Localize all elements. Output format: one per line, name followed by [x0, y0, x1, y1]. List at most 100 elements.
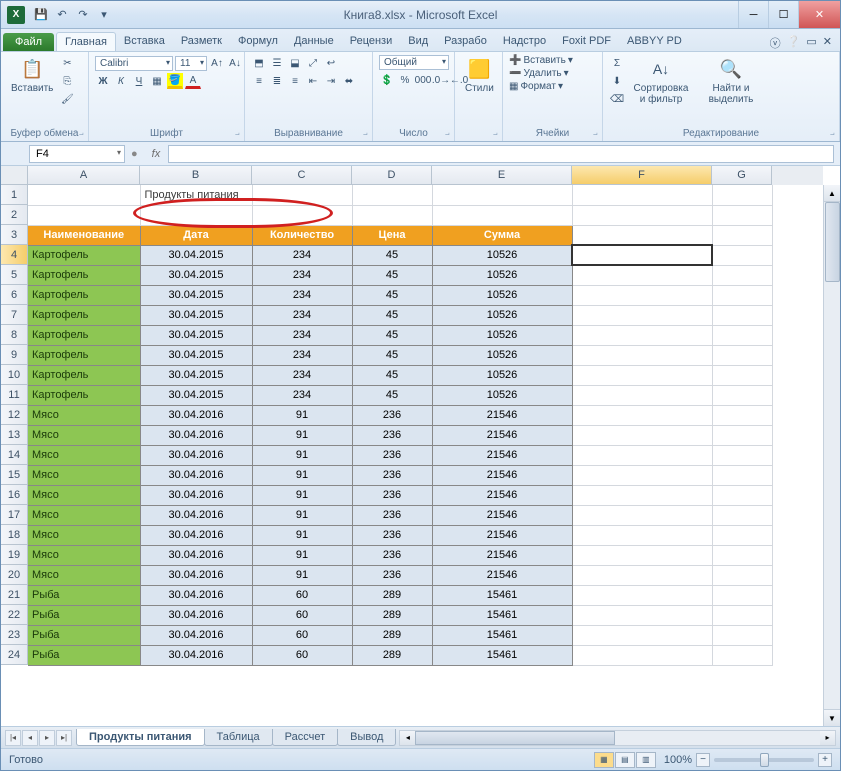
row-header-17[interactable]: 17 — [1, 505, 28, 525]
row-header-23[interactable]: 23 — [1, 625, 28, 645]
cell-G11[interactable] — [712, 385, 772, 405]
cell-G15[interactable] — [712, 465, 772, 485]
cell-D20[interactable]: 236 — [352, 565, 432, 585]
cell-B8[interactable]: 30.04.2015 — [140, 325, 252, 345]
cell-C7[interactable]: 234 — [252, 305, 352, 325]
cell-C16[interactable]: 91 — [252, 485, 352, 505]
cell-A10[interactable]: Картофель — [28, 365, 140, 385]
cell-G7[interactable] — [712, 305, 772, 325]
cell-F11[interactable] — [572, 385, 712, 405]
grow-font-icon[interactable]: A↑ — [209, 55, 225, 71]
cell-F20[interactable] — [572, 565, 712, 585]
cell-E22[interactable]: 15461 — [432, 605, 572, 625]
shrink-font-icon[interactable]: A↓ — [227, 55, 243, 71]
cell-A7[interactable]: Картофель — [28, 305, 140, 325]
cell-E16[interactable]: 21546 — [432, 485, 572, 505]
row-header-11[interactable]: 11 — [1, 385, 28, 405]
cell-A18[interactable]: Мясо — [28, 525, 140, 545]
align-right-icon[interactable]: ≡ — [287, 73, 303, 89]
cut-icon[interactable]: ✂ — [59, 55, 75, 71]
cell-C9[interactable]: 234 — [252, 345, 352, 365]
scroll-left-icon[interactable]: ◂ — [400, 731, 415, 745]
cell-G16[interactable] — [712, 485, 772, 505]
ribbon-tab-2[interactable]: Разметк — [173, 32, 230, 51]
cell-D14[interactable]: 236 — [352, 445, 432, 465]
cell-G10[interactable] — [712, 365, 772, 385]
cell-E6[interactable]: 10526 — [432, 285, 572, 305]
cell-D15[interactable]: 236 — [352, 465, 432, 485]
zoom-thumb[interactable] — [760, 753, 769, 767]
cell-A11[interactable]: Картофель — [28, 385, 140, 405]
row-header-19[interactable]: 19 — [1, 545, 28, 565]
row-header-6[interactable]: 6 — [1, 285, 28, 305]
cell-E9[interactable]: 10526 — [432, 345, 572, 365]
cell-G21[interactable] — [712, 585, 772, 605]
cell-C1[interactable] — [252, 185, 352, 205]
cell-D1[interactable] — [352, 185, 432, 205]
cells-grid[interactable]: Продукты питанияНаименованиеДатаКоличест… — [28, 185, 823, 726]
ribbon-tab-9[interactable]: Foxit PDF — [554, 32, 619, 51]
cell-B3[interactable]: Дата — [140, 225, 252, 245]
zoom-out-button[interactable]: − — [696, 753, 710, 767]
sheet-tab-3[interactable]: Вывод — [337, 729, 396, 746]
ribbon-options-icon[interactable]: ▭ — [806, 35, 816, 51]
cell-D19[interactable]: 236 — [352, 545, 432, 565]
row-header-18[interactable]: 18 — [1, 525, 28, 545]
cell-E24[interactable]: 15461 — [432, 645, 572, 665]
close-button[interactable]: ✕ — [798, 1, 840, 28]
ribbon-tab-3[interactable]: Формул — [230, 32, 286, 51]
row-header-4[interactable]: 4 — [1, 245, 28, 265]
sort-filter-button[interactable]: A↓ Сортировка и фильтр — [627, 55, 695, 107]
cell-G22[interactable] — [712, 605, 772, 625]
align-center-icon[interactable]: ≣ — [269, 73, 285, 89]
cell-G6[interactable] — [712, 285, 772, 305]
col-header-F[interactable]: F — [572, 166, 712, 185]
align-bottom-icon[interactable]: ⬓ — [287, 55, 303, 71]
fill-color-icon[interactable]: 🪣 — [167, 73, 183, 89]
percent-icon[interactable]: % — [397, 72, 413, 88]
sheet-tab-1[interactable]: Таблица — [204, 729, 273, 746]
cell-D9[interactable]: 45 — [352, 345, 432, 365]
cell-B13[interactable]: 30.04.2016 — [140, 425, 252, 445]
cell-A16[interactable]: Мясо — [28, 485, 140, 505]
cell-C19[interactable]: 91 — [252, 545, 352, 565]
cell-D21[interactable]: 289 — [352, 585, 432, 605]
save-icon[interactable]: 💾 — [32, 6, 50, 24]
cell-B18[interactable]: 30.04.2016 — [140, 525, 252, 545]
cell-D11[interactable]: 45 — [352, 385, 432, 405]
cell-D2[interactable] — [352, 205, 432, 225]
ribbon-tab-0[interactable]: Главная — [56, 32, 116, 51]
page-layout-view-icon[interactable]: ▤ — [615, 752, 635, 768]
cell-B14[interactable]: 30.04.2016 — [140, 445, 252, 465]
cell-F24[interactable] — [572, 645, 712, 665]
cell-E19[interactable]: 21546 — [432, 545, 572, 565]
cell-F17[interactable] — [572, 505, 712, 525]
cell-G8[interactable] — [712, 325, 772, 345]
cell-E17[interactable]: 21546 — [432, 505, 572, 525]
cell-B21[interactable]: 30.04.2016 — [140, 585, 252, 605]
cell-C18[interactable]: 91 — [252, 525, 352, 545]
col-header-E[interactable]: E — [432, 166, 572, 185]
cell-E7[interactable]: 10526 — [432, 305, 572, 325]
cell-A12[interactable]: Мясо — [28, 405, 140, 425]
col-header-C[interactable]: C — [252, 166, 352, 185]
cell-F16[interactable] — [572, 485, 712, 505]
wrap-text-icon[interactable]: ↩ — [323, 55, 339, 71]
cell-A1[interactable] — [28, 185, 140, 205]
cell-E15[interactable]: 21546 — [432, 465, 572, 485]
horizontal-scrollbar[interactable]: ◂ ▸ — [399, 730, 836, 746]
mdi-close-icon[interactable]: ✕ — [823, 35, 832, 51]
cell-A17[interactable]: Мясо — [28, 505, 140, 525]
cell-B11[interactable]: 30.04.2015 — [140, 385, 252, 405]
cell-C6[interactable]: 234 — [252, 285, 352, 305]
cell-D23[interactable]: 289 — [352, 625, 432, 645]
cell-F2[interactable] — [572, 205, 712, 225]
cell-C14[interactable]: 91 — [252, 445, 352, 465]
cell-F8[interactable] — [572, 325, 712, 345]
cell-F13[interactable] — [572, 425, 712, 445]
cell-B23[interactable]: 30.04.2016 — [140, 625, 252, 645]
cell-C11[interactable]: 234 — [252, 385, 352, 405]
zoom-slider[interactable] — [714, 758, 814, 762]
minimize-ribbon-icon[interactable]: ⓥ — [770, 35, 781, 51]
cell-B1[interactable]: Продукты питания — [140, 185, 252, 205]
